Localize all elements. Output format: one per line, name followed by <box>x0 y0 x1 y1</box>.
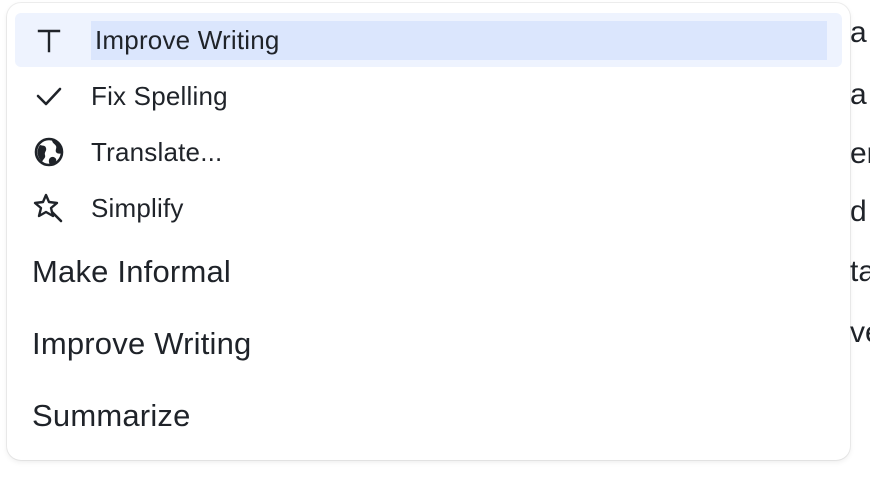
menu-item-label: Translate... <box>91 136 223 167</box>
menu-item-improve-writing[interactable]: Improve Writing <box>15 13 842 67</box>
menu-item-simplify[interactable]: Simplify <box>7 183 850 233</box>
ai-actions-menu: Improve Writing Fix Spelling Translate..… <box>7 3 850 460</box>
document-text-fragment: ta <box>850 255 870 288</box>
check-icon <box>33 80 65 112</box>
magic-star-icon <box>33 192 65 224</box>
document-text-fragment: a <box>850 78 867 111</box>
globe-icon <box>33 136 65 168</box>
document-text-fragment: a <box>850 16 867 49</box>
menu-item-summarize[interactable]: Summarize <box>7 391 850 441</box>
menu-item-label: Fix Spelling <box>91 80 228 111</box>
document-text-fragment: ve <box>850 316 870 349</box>
document-text-fragment: er <box>850 137 870 170</box>
menu-item-fix-spelling[interactable]: Fix Spelling <box>7 71 850 121</box>
menu-item-label: Summarize <box>32 398 191 433</box>
document-text-fragment: d <box>850 195 867 228</box>
menu-item-improve-writing-2[interactable]: Improve Writing <box>7 319 850 369</box>
menu-item-label: Improve Writing <box>32 326 252 361</box>
menu-item-label: Make Informal <box>32 254 231 289</box>
text-t-icon <box>33 24 65 56</box>
menu-item-label: Improve Writing <box>91 20 827 60</box>
menu-item-make-informal[interactable]: Make Informal <box>7 247 850 297</box>
menu-item-translate[interactable]: Translate... <box>7 127 850 177</box>
menu-item-label: Simplify <box>91 192 184 223</box>
